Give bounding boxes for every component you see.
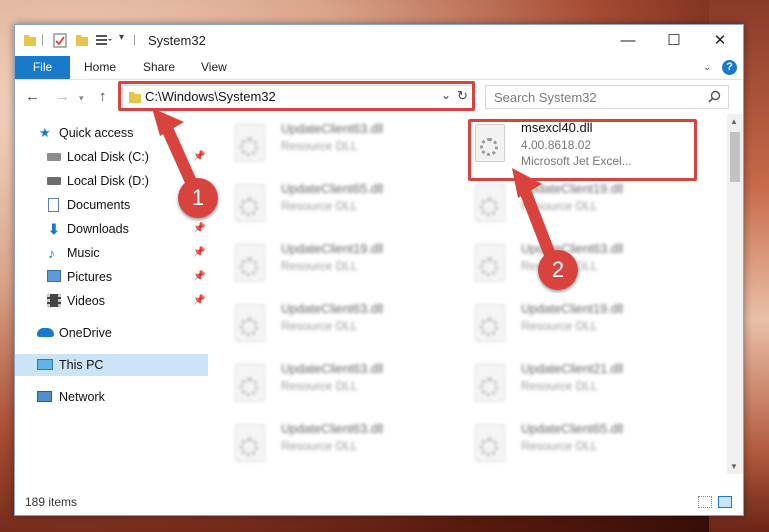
sidebar-item-quick-access[interactable]: ★ Quick access [15,122,208,144]
dll-file-icon [235,304,265,342]
properties-icon[interactable] [53,32,67,48]
list-item[interactable]: UpdateClient63.dll Resource DLL [215,300,435,350]
close-button[interactable]: ✕ [697,25,743,56]
help-icon[interactable]: ? [722,60,737,75]
list-item[interactable]: UpdateClient63.dll Resource DLL [215,360,435,410]
file-highlight-box [468,119,697,181]
toolbar-separator: | [41,32,45,46]
dll-file-icon [475,304,505,342]
sidebar-item-network[interactable]: Network [15,386,208,408]
list-item[interactable]: UpdateClient19.dll Resource DLL [455,180,675,230]
dll-file-icon [235,424,265,462]
scroll-up-icon[interactable]: ▲ [730,117,738,126]
videos-icon [47,294,61,307]
item-count: 189 items [25,495,78,509]
tab-view[interactable]: View [201,56,227,79]
tab-home[interactable]: Home [84,56,116,79]
dll-file-icon [475,424,505,462]
ribbon-tabs: File Home Share View ⌄ ? [15,56,743,80]
download-icon: ⬇ [48,221,60,237]
chevron-down-icon[interactable]: ▾ [119,32,124,48]
title-bar: | ▾ | System32 — ☐ ✕ [15,25,743,56]
folder-icon [24,35,36,46]
dll-file-icon [235,244,265,282]
dll-file-icon [235,364,265,402]
music-icon: ♪ [48,245,55,261]
sidebar-item-music[interactable]: ♪ Music 📌 [15,242,208,264]
new-folder-icon[interactable] [75,32,89,48]
list-item[interactable]: UpdateClient63.dll Resource DLL [215,420,435,470]
vertical-scrollbar[interactable]: ▲ ▼ [727,114,743,474]
forward-button[interactable]: → [55,88,70,105]
sidebar-item-local-disk-c[interactable]: Local Disk (C:) 📌 [15,146,208,168]
list-item[interactable]: UpdateClient63.dll Resource DLL [215,120,435,170]
maximize-button[interactable]: ☐ [651,25,697,56]
pin-icon: 📌 [193,295,206,306]
scrollbar-thumb[interactable] [730,132,740,182]
list-item[interactable]: UpdateClient21.dll Resource DLL [455,360,675,410]
pin-icon: 📌 [193,151,206,162]
pin-icon: 📌 [193,223,206,234]
dll-file-icon [235,124,265,162]
search-input[interactable]: Search System32 [494,90,597,105]
drive-icon [47,153,61,161]
pin-icon: 📌 [193,271,206,282]
sidebar-item-pictures[interactable]: Pictures 📌 [15,266,208,288]
search-icon[interactable] [708,90,721,103]
dll-file-icon [475,184,505,222]
list-item[interactable]: UpdateClient65.dll Resource DLL [455,420,675,470]
dll-file-icon [475,364,505,402]
search-box[interactable]: Search System32 [485,85,729,109]
list-item[interactable]: UpdateClient19.dll Resource DLL [215,240,435,290]
address-highlight-box [118,81,475,111]
pin-icon: 📌 [193,247,206,258]
drive-icon [47,177,61,185]
computer-icon [37,359,53,370]
minimize-button[interactable]: — [605,25,651,56]
tiles-view-icon[interactable] [718,496,732,508]
scroll-down-icon[interactable]: ▼ [730,462,738,471]
sidebar-item-downloads[interactable]: ⬇ Downloads 📌 [15,218,208,240]
dll-file-icon [475,244,505,282]
navigation-pane: ★ Quick access Local Disk (C:) 📌 Local D… [15,114,208,474]
window-title: System32 [148,33,206,48]
tab-file[interactable]: File [15,56,70,79]
tab-share[interactable]: Share [143,56,175,79]
step-marker-1: 1 [178,178,218,218]
back-button[interactable]: ← [25,88,40,105]
expand-ribbon-icon[interactable]: ⌄ [703,56,711,79]
details-view-icon[interactable] [698,496,712,508]
step-marker-2: 2 [538,250,578,290]
sidebar-item-this-pc[interactable]: This PC [15,354,208,376]
sidebar-item-onedrive[interactable]: OneDrive [15,322,208,344]
list-item[interactable]: UpdateClient65.dll Resource DLL [215,180,435,230]
dll-file-icon [235,184,265,222]
network-icon [37,391,52,402]
customize-toolbar-icon[interactable] [95,32,113,48]
recent-locations-icon[interactable]: ▾ [79,93,84,104]
toolbar-separator: | [133,32,137,46]
documents-icon [48,198,59,212]
status-bar: 189 items [15,491,743,515]
star-icon: ★ [39,125,51,140]
pictures-icon [47,270,61,282]
cloud-icon [37,328,54,337]
up-button[interactable]: ↑ [99,88,107,105]
sidebar-item-videos[interactable]: Videos 📌 [15,290,208,312]
list-item[interactable]: UpdateClient19.dll Resource DLL [455,300,675,350]
